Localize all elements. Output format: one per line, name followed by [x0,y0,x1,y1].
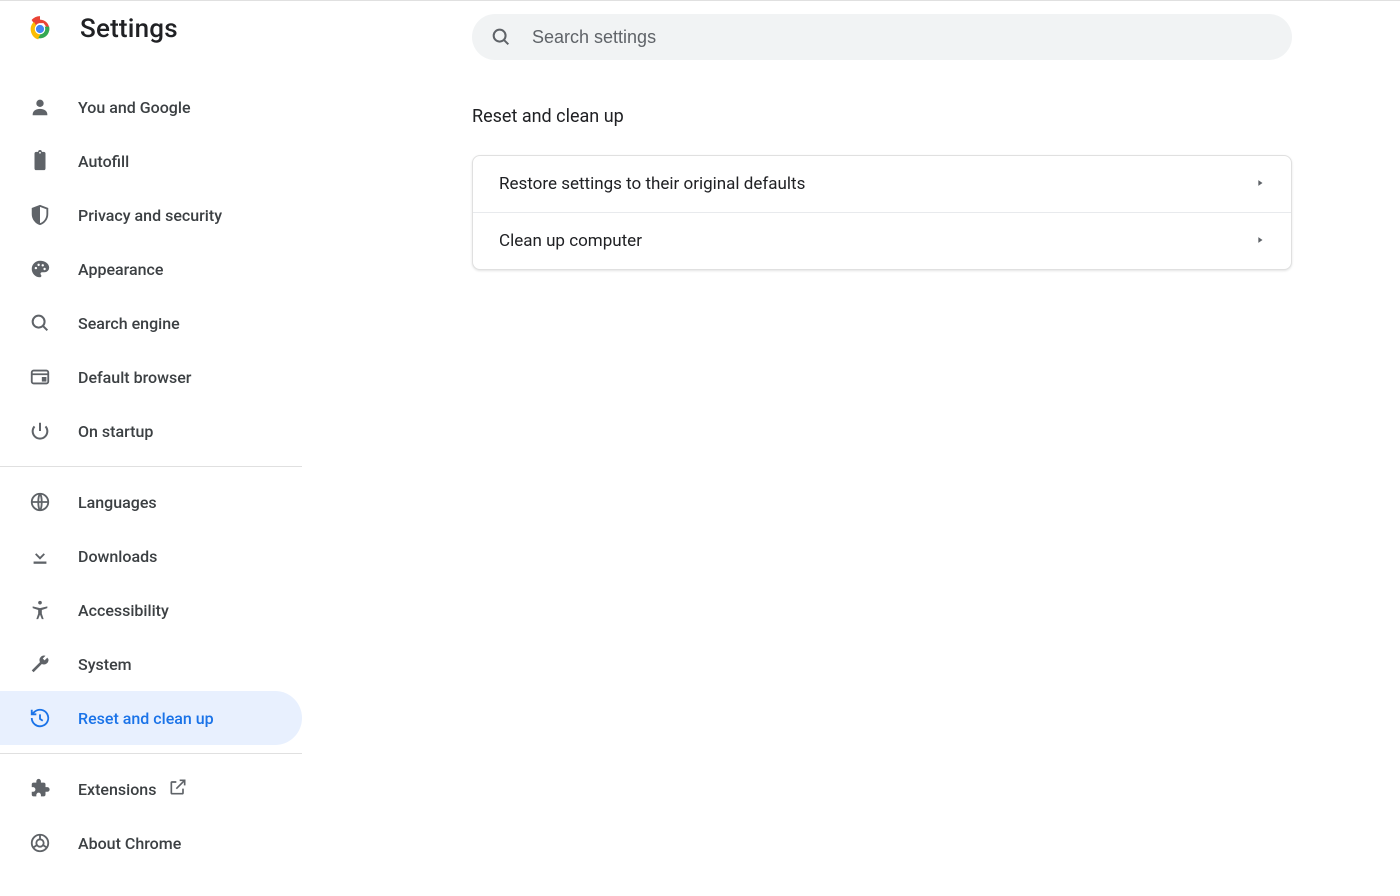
sidebar-item-accessibility[interactable]: Accessibility [0,583,302,637]
sidebar-item-label: Autofill [78,152,129,171]
sidebar-item-search-engine[interactable]: Search engine [0,296,302,350]
restore-icon [28,706,52,730]
row-label: Restore settings to their original defau… [499,174,805,194]
search-input[interactable] [532,27,1274,48]
browser-icon [28,365,52,389]
shield-icon [28,203,52,227]
sidebar-item-extensions[interactable]: Extensions [0,762,302,816]
section-title: Reset and clean up [472,106,1292,127]
sidebar-item-label: Languages [78,493,157,512]
window-top-border [0,0,1400,1]
sidebar-item-label: Reset and clean up [78,709,214,728]
open-in-new-icon [168,777,188,801]
page-title: Settings [80,14,178,44]
sidebar-item-label: Accessibility [78,601,169,620]
chevron-right-icon [1255,234,1265,248]
main-content: Reset and clean up Restore settings to t… [472,100,1292,270]
row-clean-up-computer[interactable]: Clean up computer [473,212,1291,269]
sidebar-item-label: Extensions [78,780,156,799]
sidebar-item-label: Default browser [78,368,191,387]
globe-icon [28,490,52,514]
divider [0,466,302,467]
sidebar-item-label: You and Google [78,98,191,117]
sidebar-item-label: On startup [78,422,153,441]
sidebar-item-label: About Chrome [78,834,181,853]
sidebar-item-on-startup[interactable]: On startup [0,404,302,458]
sidebar-item-about[interactable]: About Chrome [0,816,302,870]
sidebar-item-appearance[interactable]: Appearance [0,242,302,296]
download-icon [28,544,52,568]
sidebar-item-label: Downloads [78,547,157,566]
header: Settings [0,14,178,44]
sidebar-item-label: Appearance [78,260,163,279]
wrench-icon [28,652,52,676]
search-bar[interactable] [472,14,1292,60]
row-label: Clean up computer [499,231,642,251]
search-icon [490,26,512,48]
chrome-logo-icon [26,15,54,43]
sidebar-item-you-and-google[interactable]: You and Google [0,80,302,134]
sidebar-item-autofill[interactable]: Autofill [0,134,302,188]
sidebar-item-system[interactable]: System [0,637,302,691]
clipboard-icon [28,149,52,173]
person-icon [28,95,52,119]
divider [0,753,302,754]
sidebar-item-privacy[interactable]: Privacy and security [0,188,302,242]
settings-card: Restore settings to their original defau… [472,155,1292,270]
sidebar: You and Google Autofill Privacy and secu… [0,80,302,870]
sidebar-item-reset[interactable]: Reset and clean up [0,691,302,745]
palette-icon [28,257,52,281]
chrome-outline-icon [28,831,52,855]
sidebar-item-downloads[interactable]: Downloads [0,529,302,583]
sidebar-item-default-browser[interactable]: Default browser [0,350,302,404]
chevron-right-icon [1255,177,1265,191]
extension-icon [28,777,52,801]
sidebar-item-languages[interactable]: Languages [0,475,302,529]
sidebar-item-label: System [78,655,132,674]
accessibility-icon [28,598,52,622]
sidebar-item-label: Privacy and security [78,206,222,225]
search-icon [28,311,52,335]
power-icon [28,419,52,443]
sidebar-item-label: Search engine [78,314,180,333]
row-restore-defaults[interactable]: Restore settings to their original defau… [473,156,1291,212]
